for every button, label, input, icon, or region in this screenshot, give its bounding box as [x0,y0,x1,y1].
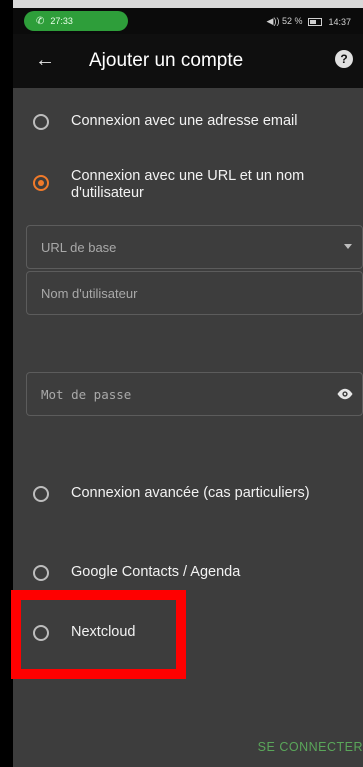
battery-icon [308,17,323,26]
username-placeholder: Nom d'utilisateur [41,286,138,301]
call-time: 27:33 [50,16,73,26]
page-title: Ajouter un compte [89,50,244,71]
show-password-icon[interactable] [336,387,354,401]
phone-icon: ✆ [36,15,45,27]
radio-email-login[interactable] [33,114,49,130]
back-arrow-icon[interactable]: ← [35,49,55,72]
highlight-annotation [11,590,186,679]
dropdown-arrow-icon[interactable] [344,244,352,249]
radio-google-login[interactable] [33,565,49,581]
device-frame-top [0,0,363,8]
volume-battery-text: ◀)) 52 % [266,16,303,26]
status-bar: ✆ 27:33 ◀)) 52 % 14:37 [13,8,363,34]
option-label: Google Contacts / Agenda [71,564,241,580]
option-label: Connexion avec une adresse email [71,113,298,129]
clock: 14:37 [328,16,351,27]
radio-advanced-login[interactable] [33,486,49,502]
connect-button[interactable]: SE CONNECTER [258,740,363,754]
base-url-placeholder: URL de base [41,240,117,255]
ongoing-call-pill[interactable]: ✆ 27:33 [24,11,128,31]
option-label: Connexion avec une URL et un nom d'utili… [71,168,305,201]
app-bar: ← Ajouter un compte ? [13,34,363,88]
password-field[interactable]: Mot de passe [26,372,363,416]
password-placeholder: Mot de passe [41,387,132,402]
username-field[interactable]: Nom d'utilisateur [26,271,363,315]
help-icon[interactable]: ? [335,50,353,68]
radio-url-login[interactable] [33,175,49,191]
base-url-select[interactable]: URL de base [26,225,363,269]
status-indicators: ◀)) 52 % 14:37 [267,16,351,27]
option-label: Connexion avancée (cas particuliers) [71,485,310,501]
